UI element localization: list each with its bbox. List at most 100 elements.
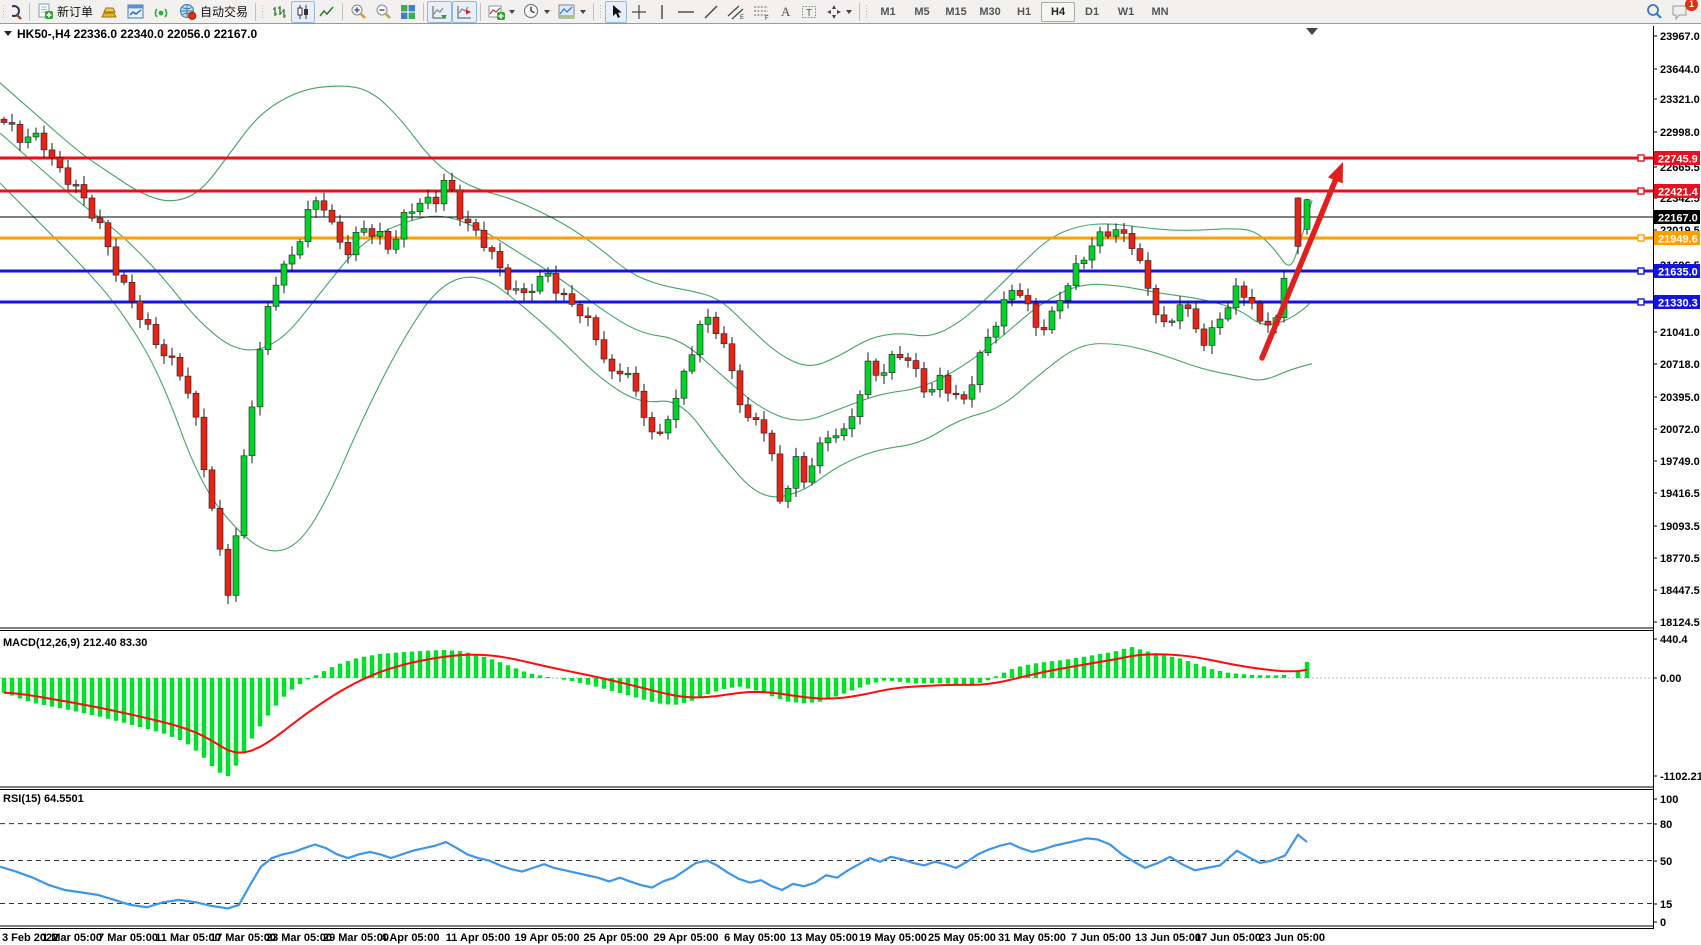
timeframe-m1[interactable]: M1 (871, 2, 905, 22)
candle-body (281, 264, 287, 285)
candle-body (801, 456, 807, 482)
vertical-line-button[interactable] (651, 1, 673, 23)
cursor-button[interactable] (605, 1, 627, 23)
timeframe-m15[interactable]: M15 (939, 2, 973, 22)
bar-chart-button[interactable] (267, 1, 291, 23)
candle-body (681, 371, 687, 398)
candle-body (433, 197, 439, 204)
fibonacci-button[interactable]: F (749, 1, 775, 23)
candle-body (1121, 230, 1127, 234)
line-handle[interactable] (1638, 155, 1644, 161)
line-handle[interactable] (1638, 268, 1644, 274)
candle-body (1257, 303, 1263, 321)
quote-header: HK50-,H4 22336.0 22340.0 22056.0 22167.0 (17, 27, 258, 41)
candle-body (345, 242, 351, 255)
arrows-button[interactable] (822, 1, 856, 23)
timeframe-w1[interactable]: W1 (1109, 2, 1143, 22)
candle-body (641, 391, 647, 417)
auto-trading-button[interactable]: 自动交易 (175, 1, 252, 23)
text-button[interactable]: A (775, 1, 797, 23)
candle-body (321, 201, 327, 210)
candle-body (857, 395, 863, 417)
signals-button[interactable] (149, 1, 175, 23)
clipped-left-button[interactable] (8, 1, 26, 23)
timeframe-h4[interactable]: H4 (1041, 2, 1075, 22)
price-tick-label: 21041.0 (1660, 327, 1700, 339)
candle-body (225, 549, 231, 595)
auto-scroll-button[interactable] (427, 1, 452, 23)
date-tick-label: 17 Jun 05:00 (1195, 932, 1261, 944)
candle-body (745, 405, 751, 418)
trendline-button[interactable] (699, 1, 723, 23)
candle-body (217, 508, 223, 549)
indicators-button[interactable] (484, 1, 519, 23)
candle-body (793, 456, 799, 488)
tile-windows-button[interactable] (396, 1, 420, 23)
rsi-label: RSI(15) 64.5501 (3, 793, 84, 805)
periods-button[interactable] (519, 1, 554, 23)
horizontal-line-button[interactable] (673, 1, 699, 23)
candle-body (633, 373, 639, 391)
candle-body (1177, 305, 1183, 321)
candle-body (329, 210, 335, 222)
candle-body (385, 231, 391, 249)
candle-body (825, 438, 831, 443)
templates-button[interactable] (554, 1, 590, 23)
candle-body (417, 203, 423, 212)
timeframe-h1[interactable]: H1 (1007, 2, 1041, 22)
candle-body (769, 433, 775, 454)
date-tick-label: 29 Apr 05:00 (653, 932, 718, 944)
notifications-button[interactable]: 1 (1667, 1, 1693, 23)
candle-body (145, 319, 151, 324)
search-button[interactable] (1642, 1, 1667, 23)
candle-body (1145, 261, 1151, 289)
line-handle[interactable] (1638, 299, 1644, 305)
candle-body (865, 361, 871, 395)
candle-body (1049, 311, 1055, 330)
rsi-tick-label: 100 (1660, 794, 1678, 806)
timeframe-m30[interactable]: M30 (973, 2, 1007, 22)
line-handle[interactable] (1638, 235, 1644, 241)
signal-icon (153, 4, 171, 20)
candle-body (273, 285, 279, 306)
candle-body (25, 137, 31, 143)
line-chart-button[interactable] (315, 1, 339, 23)
candle-body (401, 212, 407, 239)
toolbar-grip[interactable] (2, 4, 6, 20)
candle-body (121, 275, 127, 282)
candle-body (1, 119, 7, 122)
candle-body (897, 354, 903, 357)
candle-body (1233, 286, 1239, 308)
candlestick-chart-button[interactable] (291, 1, 315, 23)
price-tick-label: 22998.0 (1660, 127, 1700, 139)
candle-body (673, 398, 679, 419)
gold-bars-button[interactable] (97, 1, 123, 23)
candle-body (1201, 329, 1207, 345)
timeframe-m5[interactable]: M5 (905, 2, 939, 22)
date-tick-label: 25 Apr 05:00 (583, 932, 648, 944)
candle-body (585, 316, 591, 318)
new-order-button[interactable]: 新订单 (33, 1, 97, 23)
rsi-tick-label: 80 (1660, 819, 1672, 831)
new-chart-button[interactable] (123, 1, 149, 23)
candle-body (17, 124, 23, 142)
timeframe-mn[interactable]: MN (1143, 2, 1177, 22)
chart-shift-button[interactable] (452, 1, 477, 23)
timeframe-d1[interactable]: D1 (1075, 2, 1109, 22)
candle-body (537, 276, 543, 291)
text-label-button[interactable]: T (797, 1, 822, 23)
candle-body (377, 231, 383, 236)
candle-body (297, 242, 303, 255)
line-handle[interactable] (1638, 188, 1644, 194)
zoom-out-button[interactable] (371, 1, 396, 23)
equidistant-channel-button[interactable]: E (723, 1, 749, 23)
date-tick-label: 19 Apr 05:00 (514, 932, 579, 944)
zoom-in-button[interactable] (346, 1, 371, 23)
auto-trading-label: 自动交易 (200, 3, 248, 20)
candle-body (65, 168, 71, 185)
crosshair-button[interactable] (627, 1, 651, 23)
chart-canvas[interactable]: HK50-,H4 22336.0 22340.0 22056.0 22167.0… (0, 0, 1701, 945)
candle-body (41, 133, 47, 150)
candle-body (713, 317, 719, 334)
candle-body (1304, 200, 1310, 230)
